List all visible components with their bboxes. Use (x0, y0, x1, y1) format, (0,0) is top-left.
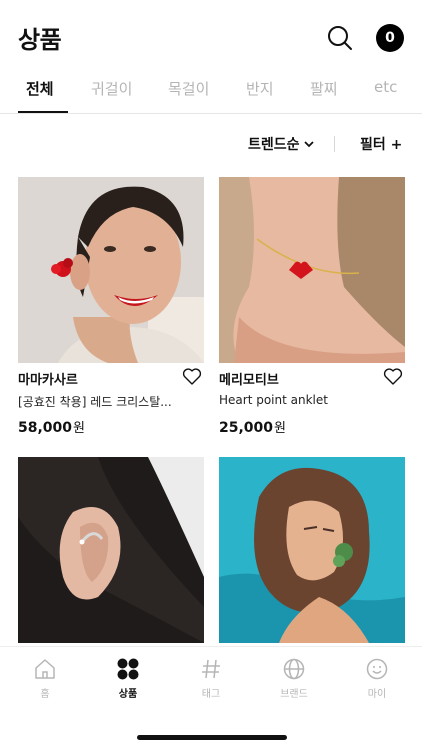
product-card[interactable] (219, 457, 405, 643)
page-title: 상품 (18, 26, 62, 54)
nav-my[interactable]: 마이 (347, 657, 407, 700)
nav-home[interactable]: 홈 (15, 657, 75, 700)
nav-my-label: 마이 (367, 689, 387, 700)
heart-icon (182, 368, 202, 385)
active-tab-indicator (18, 111, 68, 113)
product-name: Heart point anklet (219, 393, 328, 407)
product-price: 58,000원 (18, 420, 85, 436)
wishlist-button[interactable] (182, 368, 202, 386)
cart-badge[interactable]: 0 (376, 24, 404, 52)
tab-etc[interactable]: etc (374, 78, 397, 96)
header: 상품 0 (0, 0, 422, 72)
tab-rings[interactable]: 반지 (246, 78, 274, 99)
nav-brands-label: 브랜드 (280, 689, 308, 700)
sort-label: 트렌드순 (248, 137, 300, 153)
product-brand: 메리모티브 (219, 373, 279, 388)
product-card[interactable] (18, 457, 204, 643)
sort-button[interactable]: 트렌드순 (248, 134, 314, 154)
grid-dots-icon (117, 658, 139, 680)
tab-necklaces[interactable]: 목걸이 (168, 78, 209, 99)
wishlist-button[interactable] (383, 368, 403, 386)
nav-tags-label: 태그 (201, 689, 221, 700)
smiley-icon (366, 658, 388, 680)
product-card[interactable]: 메리모티브 Heart point anklet 25,000원 (219, 177, 405, 436)
divider (334, 136, 335, 152)
nav-tags[interactable]: 태그 (181, 657, 241, 700)
tab-bracelets[interactable]: 팔찌 (310, 78, 338, 99)
product-image[interactable] (18, 177, 204, 363)
filter-bar: 트렌드순 필터 + (0, 132, 422, 156)
heart-icon (383, 368, 403, 385)
search-icon (328, 26, 352, 50)
home-icon (35, 659, 55, 679)
product-brand: 마마카사르 (18, 373, 78, 388)
chevron-down-icon (303, 141, 314, 148)
product-image[interactable] (219, 457, 405, 643)
product-name: [공효진 착용] 레드 크리스탈... (18, 395, 172, 409)
product-card[interactable]: 마마카사르 [공효진 착용] 레드 크리스탈... 58,000원 (18, 177, 204, 436)
product-image[interactable] (18, 457, 204, 643)
nav-products-label: 상품 (118, 689, 138, 700)
tab-all[interactable]: 전체 (26, 78, 54, 99)
globe-icon (283, 658, 305, 680)
category-tabs: 전체 귀걸이 목걸이 반지 팔찌 etc (0, 72, 422, 114)
nav-products[interactable]: 상품 (98, 657, 158, 700)
hash-icon (202, 659, 220, 679)
nav-brands[interactable]: 브랜드 (264, 657, 324, 700)
product-price: 25,000원 (219, 420, 286, 436)
search-button[interactable] (326, 24, 354, 52)
product-image[interactable] (219, 177, 405, 363)
nav-home-label: 홈 (40, 689, 50, 700)
filter-button[interactable]: 필터 + (360, 134, 402, 154)
tab-earrings[interactable]: 귀걸이 (91, 78, 132, 99)
home-indicator (137, 735, 287, 740)
